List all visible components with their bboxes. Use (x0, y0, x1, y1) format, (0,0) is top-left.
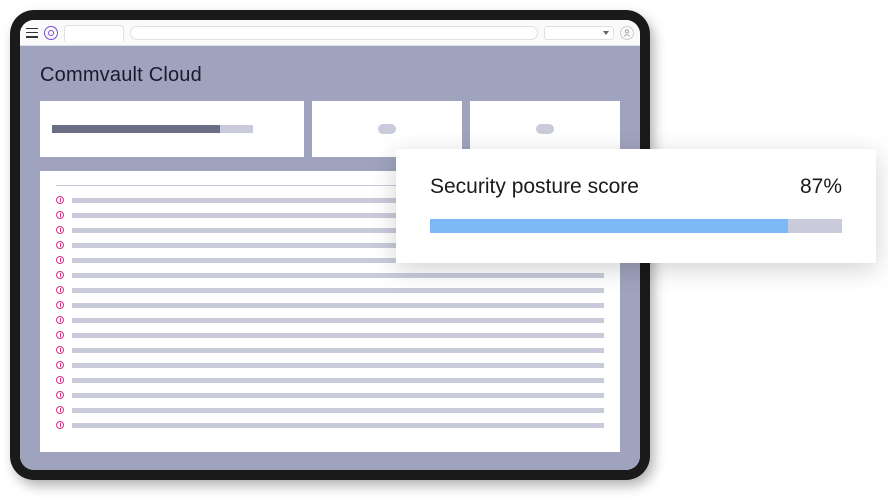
info-icon (56, 421, 64, 429)
list-item[interactable] (56, 391, 604, 399)
info-icon (56, 271, 64, 279)
list-item[interactable] (56, 331, 604, 339)
list-item[interactable] (56, 301, 604, 309)
summary-card-large[interactable] (40, 101, 304, 157)
list-item[interactable] (56, 346, 604, 354)
placeholder-bar (72, 423, 604, 428)
user-avatar-icon[interactable] (620, 26, 634, 40)
placeholder-bar (72, 333, 604, 338)
placeholder-bar (72, 393, 604, 398)
page-title: Commvault Cloud (40, 64, 620, 87)
list-item[interactable] (56, 316, 604, 324)
info-icon (56, 301, 64, 309)
placeholder-bar (72, 303, 604, 308)
placeholder-bar (72, 408, 604, 413)
info-icon (56, 331, 64, 339)
list-item[interactable] (56, 421, 604, 429)
info-icon (56, 211, 64, 219)
info-icon (56, 316, 64, 324)
placeholder-bar (536, 124, 554, 134)
info-icon (56, 406, 64, 414)
placeholder-bar (72, 273, 604, 278)
placeholder-bar (378, 124, 396, 134)
chevron-down-icon (603, 31, 609, 35)
list-item[interactable] (56, 376, 604, 384)
browser-dropdown[interactable] (544, 26, 614, 40)
browser-tab[interactable] (64, 25, 124, 41)
info-icon (56, 256, 64, 264)
security-score-popup: Security posture score 87% (396, 149, 876, 263)
list-item[interactable] (56, 406, 604, 414)
placeholder-bar (72, 378, 604, 383)
progress-bar-track (430, 219, 842, 233)
placeholder-bar (220, 125, 254, 133)
browser-top-bar (20, 20, 640, 46)
info-icon (56, 376, 64, 384)
popup-score-value: 87% (800, 175, 842, 199)
list-item[interactable] (56, 361, 604, 369)
placeholder-bar (72, 348, 604, 353)
menu-icon[interactable] (26, 28, 38, 38)
info-icon (56, 241, 64, 249)
popup-title: Security posture score (430, 175, 639, 199)
info-icon (56, 346, 64, 354)
info-icon (56, 196, 64, 204)
list-item[interactable] (56, 286, 604, 294)
info-icon (56, 226, 64, 234)
info-icon (56, 286, 64, 294)
progress-bar-fill (430, 219, 788, 233)
list-item[interactable] (56, 271, 604, 279)
info-icon (56, 361, 64, 369)
placeholder-bar (72, 318, 604, 323)
address-bar[interactable] (130, 26, 538, 40)
placeholder-bar (52, 125, 220, 133)
placeholder-bar (72, 288, 604, 293)
app-logo-icon[interactable] (44, 26, 58, 40)
info-icon (56, 391, 64, 399)
placeholder-bar (72, 363, 604, 368)
